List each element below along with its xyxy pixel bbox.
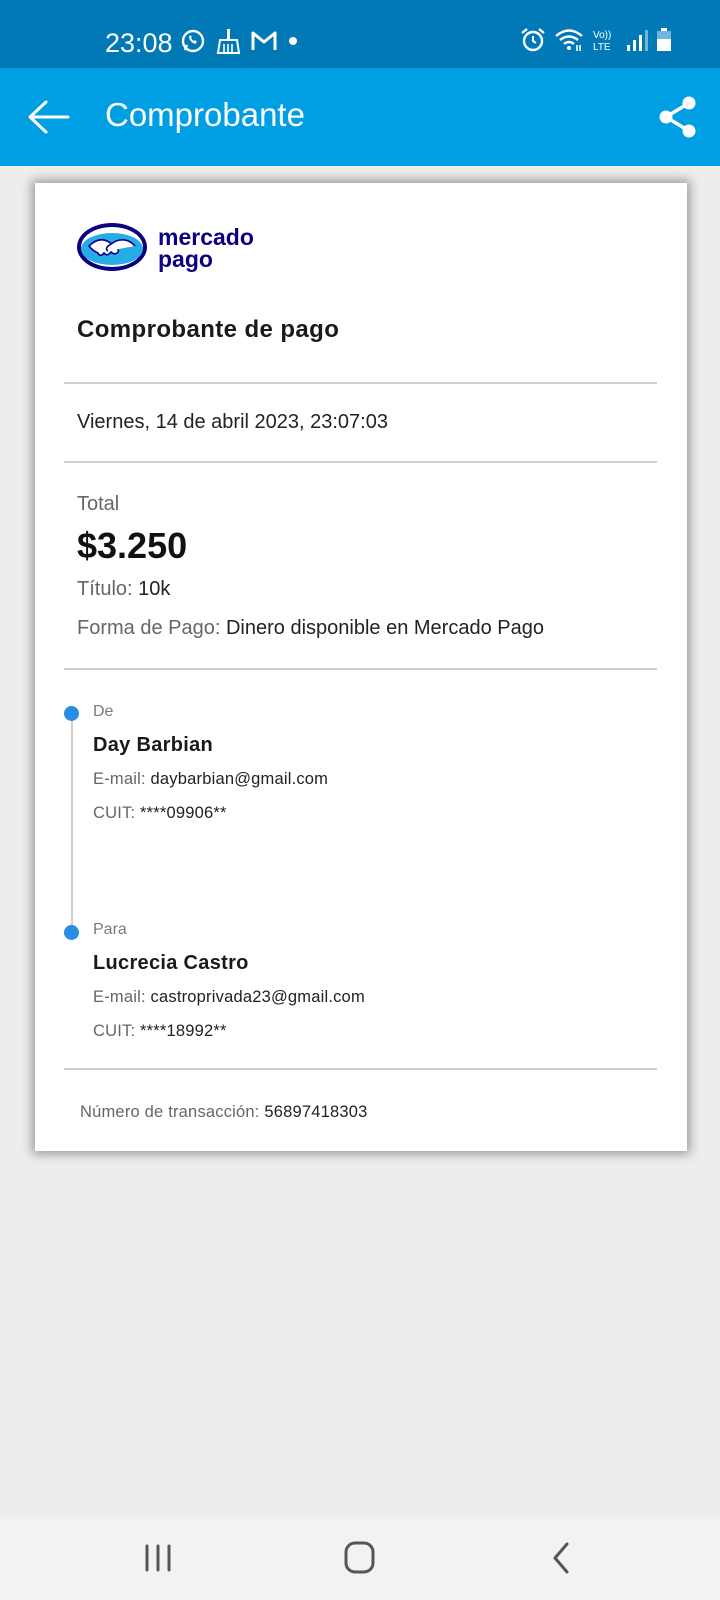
back-button[interactable] bbox=[24, 94, 74, 140]
home-button[interactable] bbox=[335, 1536, 385, 1580]
recents-button[interactable] bbox=[133, 1536, 183, 1580]
status-notification-icons bbox=[180, 27, 300, 55]
whatsapp-icon bbox=[181, 29, 205, 53]
titulo-label: Título: bbox=[77, 578, 133, 600]
recents-icon bbox=[145, 1544, 171, 1572]
from-email-row: E-mail: daybarbian@gmail.com bbox=[93, 770, 328, 789]
receipt-date: Viernes, 14 de abril 2023, 23:07:03 bbox=[77, 411, 388, 433]
forma-pago-label: Forma de Pago: bbox=[77, 617, 221, 639]
mercado-pago-logo: mercado pago bbox=[77, 223, 254, 272]
nav-back-button[interactable] bbox=[537, 1536, 587, 1580]
forma-pago-value: Dinero disponible en Mercado Pago bbox=[225, 617, 544, 639]
divider bbox=[64, 1068, 657, 1070]
home-icon bbox=[344, 1541, 375, 1574]
to-email-label: E-mail: bbox=[93, 988, 146, 1006]
transaction-number: 56897418303 bbox=[264, 1103, 368, 1121]
status-bar: 23:08 Vo)) LTE bbox=[0, 0, 720, 68]
to-name: Lucrecia Castro bbox=[93, 952, 249, 974]
page-title: Comprobante bbox=[105, 96, 305, 133]
from-name: Day Barbian bbox=[93, 734, 214, 756]
battery-icon bbox=[657, 28, 671, 51]
dot-icon bbox=[289, 37, 297, 45]
to-cuit-label: CUIT: bbox=[93, 1022, 136, 1040]
app-bar: Comprobante bbox=[0, 68, 720, 166]
timeline-dot-to bbox=[64, 925, 79, 940]
gmail-icon bbox=[251, 31, 277, 50]
total-amount: $3.250 bbox=[77, 525, 188, 566]
from-email-label: E-mail: bbox=[93, 770, 146, 788]
arrow-left-icon bbox=[28, 100, 70, 134]
status-system-icons: Vo)) LTE bbox=[520, 27, 672, 53]
svg-text:LTE: LTE bbox=[593, 42, 611, 53]
share-button[interactable] bbox=[656, 94, 700, 140]
system-nav-bar bbox=[0, 1516, 720, 1600]
divider bbox=[64, 668, 657, 670]
from-cuit: ****09906** bbox=[140, 804, 227, 822]
nav-back-icon bbox=[553, 1542, 569, 1574]
to-cuit-row: CUIT: ****18992** bbox=[93, 1022, 227, 1041]
to-email: castroprivada23@gmail.com bbox=[150, 988, 365, 1006]
to-label: Para bbox=[93, 921, 127, 938]
share-icon bbox=[659, 96, 696, 138]
logo-text-pago: pago bbox=[158, 246, 213, 272]
signal-icon bbox=[627, 30, 648, 51]
timeline-dot-from bbox=[64, 706, 79, 721]
transaction-label: Número de transacción: bbox=[80, 1103, 260, 1121]
from-cuit-row: CUIT: ****09906** bbox=[93, 804, 227, 823]
from-email: daybarbian@gmail.com bbox=[150, 770, 329, 788]
to-email-row: E-mail: castroprivada23@gmail.com bbox=[93, 988, 365, 1007]
from-cuit-label: CUIT: bbox=[93, 804, 136, 822]
from-label: De bbox=[93, 703, 114, 720]
volte-icon: Vo)) LTE bbox=[593, 30, 611, 53]
forma-pago-row: Forma de Pago: Dinero disponible en Merc… bbox=[77, 617, 544, 640]
wifi-icon bbox=[555, 29, 583, 51]
titulo-row: Título: 10k bbox=[77, 578, 170, 601]
divider bbox=[64, 461, 657, 463]
receipt-title: Comprobante de pago bbox=[77, 316, 340, 343]
receipt-card: mercado pago Comprobante de pago Viernes… bbox=[35, 183, 687, 1151]
status-time: 23:08 bbox=[105, 28, 173, 58]
timeline-line bbox=[71, 713, 73, 931]
cleaner-icon bbox=[216, 29, 241, 54]
svg-text:Vo)): Vo)) bbox=[593, 30, 611, 41]
titulo-value: 10k bbox=[138, 578, 171, 600]
total-label: Total bbox=[77, 493, 120, 515]
transaction-row: Número de transacción: 56897418303 bbox=[80, 1103, 368, 1122]
divider bbox=[64, 382, 657, 384]
to-cuit: ****18992** bbox=[140, 1022, 227, 1040]
alarm-icon bbox=[521, 28, 545, 52]
